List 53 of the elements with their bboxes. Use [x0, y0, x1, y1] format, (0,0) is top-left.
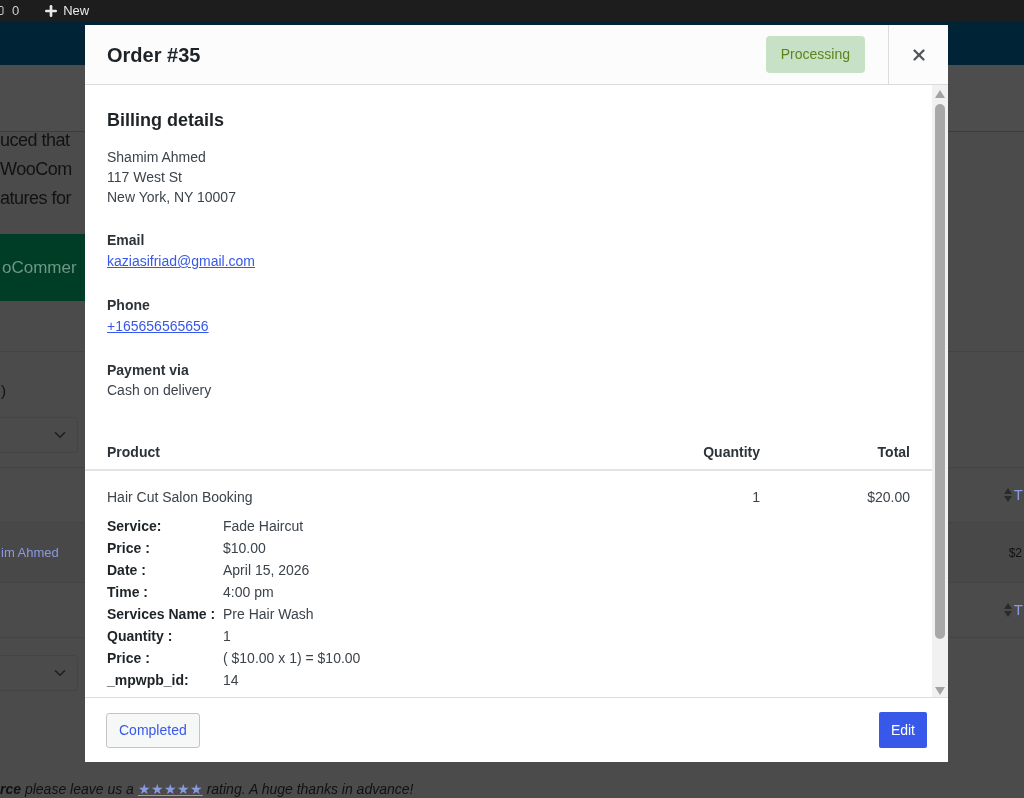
- meta-value: April 15, 2026: [223, 561, 311, 580]
- scroll-down-icon: [935, 687, 945, 695]
- edit-button[interactable]: Edit: [878, 712, 927, 748]
- notice-text: uced that: [0, 129, 70, 152]
- comments-count[interactable]: 0: [0, 1, 20, 21]
- new-link[interactable]: New: [43, 1, 90, 21]
- quantity-cell-text: 1: [751, 488, 760, 507]
- meta-value: 1: [223, 627, 232, 646]
- meta-value: 4:00 pm: [223, 583, 275, 602]
- meta-label: Price :: [107, 539, 151, 558]
- meta-value: Pre Hair Wash: [223, 605, 315, 624]
- meta-value: 14: [223, 671, 240, 690]
- notice-text: atures for: [0, 187, 72, 210]
- field-value: Cash on delivery: [107, 381, 212, 400]
- field-label: Payment via: [107, 361, 189, 380]
- meta-label: Services Name :: [107, 605, 217, 624]
- meta-label: _mpwpb_id:: [107, 671, 190, 690]
- select-field[interactable]: [0, 417, 78, 453]
- meta-label: Quantity :: [107, 627, 174, 646]
- stars-link[interactable]: ★★★★★: [137, 781, 203, 797]
- column-header: Product: [107, 442, 161, 462]
- meta-label: Service:: [107, 517, 163, 536]
- product-name: Hair Cut Salon Booking: [107, 488, 254, 507]
- field-link[interactable]: +165656565656: [107, 315, 209, 337]
- scrollbar-thumb[interactable]: [935, 104, 945, 639]
- meta-label: Date :: [107, 561, 147, 580]
- meta-label: Time :: [107, 583, 149, 602]
- meta-label: Price :: [107, 649, 151, 668]
- scroll-up-icon: [935, 90, 945, 98]
- address-line: New York, NY 10007: [107, 188, 237, 207]
- select-field[interactable]: [0, 655, 78, 691]
- billing-heading: Billing details: [106, 109, 226, 132]
- meta-value: Fade Haircut: [223, 517, 305, 536]
- column-header: Quantity: [702, 442, 760, 462]
- meta-value: ( $10.00 x 1) = $10.00: [223, 649, 362, 668]
- scrollbar[interactable]: [932, 85, 948, 697]
- sort-icon: [1003, 488, 1012, 502]
- customer-link[interactable]: im Ahmed: [1, 542, 59, 563]
- status-badge: Processing: [765, 36, 865, 73]
- sort-link[interactable]: T: [1003, 598, 1023, 622]
- address-line: Shamim Ahmed: [107, 148, 207, 167]
- notice-text: WooCom: [0, 158, 72, 181]
- column-header: Total: [876, 442, 910, 462]
- modal-title: Order #35: [106, 42, 202, 68]
- sort-link[interactable]: T: [1003, 483, 1023, 507]
- address-line: 117 West St: [107, 168, 183, 187]
- count-text: ): [1, 381, 6, 402]
- total-cell-text: $20.00: [866, 488, 910, 507]
- status-button[interactable]: Completed: [106, 712, 200, 748]
- sort-icon: [1003, 603, 1012, 617]
- meta-value: $10.00: [223, 539, 267, 558]
- plus-icon: [43, 3, 60, 19]
- rating-request-text: rce please leave us a ★★★★★ rating. A huge thanks in advance!: [0, 781, 414, 797]
